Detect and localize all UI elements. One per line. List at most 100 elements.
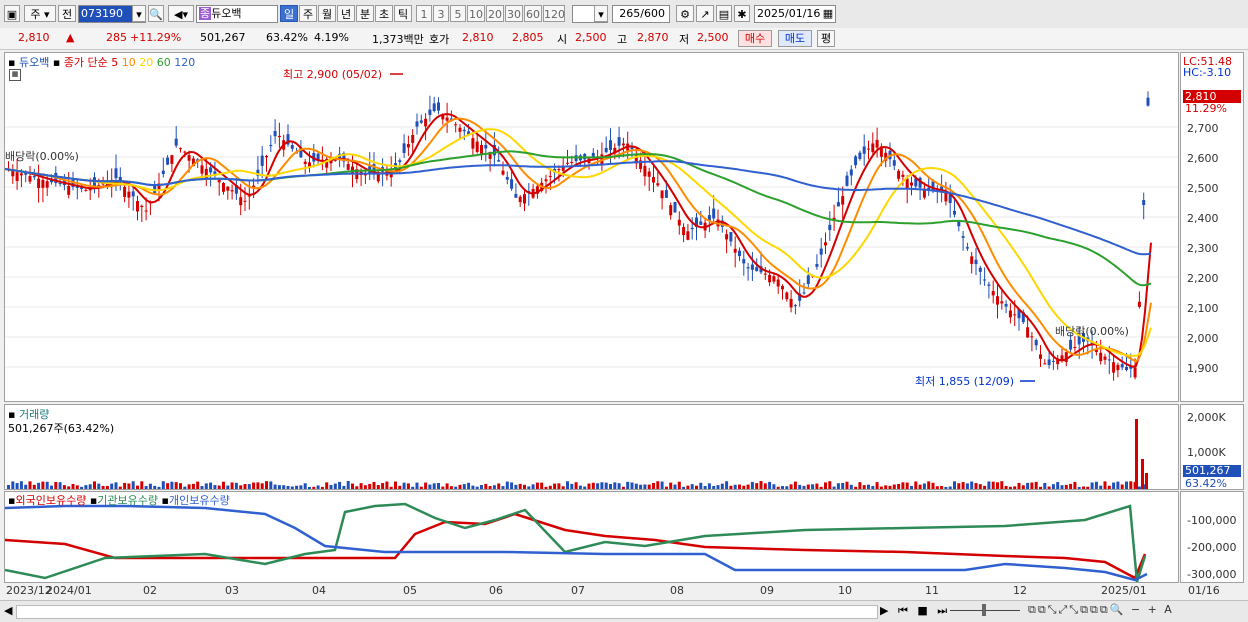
period-tab-2[interactable]: 월 (318, 5, 336, 22)
period-tab-4[interactable]: 분 (356, 5, 374, 22)
count-field[interactable]: 265/600 (612, 5, 670, 23)
volume-bar (467, 482, 471, 489)
candle-body (1137, 301, 1141, 307)
period-tab-3[interactable]: 년 (337, 5, 355, 22)
period-tab-1[interactable]: 주 (299, 5, 317, 22)
volume-bar (312, 486, 316, 489)
volume-bar (157, 486, 161, 489)
ma-line-5 (5, 113, 1152, 368)
volume-panel[interactable]: ▪ 거래량 501,267주(63.42%) (4, 404, 1179, 490)
candle-body (290, 145, 294, 149)
volume-bar (965, 483, 969, 489)
holdings-panel[interactable]: ▪외국인보유수량 ▪기관보유수량 ▪개인보유수량 (4, 491, 1179, 583)
legend-ma-periods: 5 10 20 60 120 (111, 56, 195, 69)
interval-button-20[interactable]: 20 (486, 5, 504, 22)
volume-bar (948, 486, 952, 489)
draw-tool-icon[interactable]: ↗ (696, 5, 714, 22)
eval-button[interactable]: 평 (817, 30, 835, 47)
scroll-left-icon[interactable]: ◀ (4, 604, 12, 617)
window-icon[interactable]: ▣ (4, 5, 20, 22)
interval-button-5[interactable]: 5 (450, 5, 466, 22)
volume-bar (578, 485, 582, 489)
candle-body (514, 193, 518, 198)
period-tab-0[interactable]: 일 (280, 5, 298, 22)
x-label-9: 09 (760, 584, 774, 597)
volume-bar (355, 486, 359, 489)
sell-button[interactable]: 매도 (778, 30, 812, 47)
grid-icon[interactable]: ▦ (9, 69, 21, 81)
candle-body (604, 147, 608, 153)
volume-bar (621, 486, 625, 489)
ma-line-10 (5, 117, 1152, 363)
buy-button[interactable]: 매수 (738, 30, 772, 47)
candle-body (652, 177, 655, 183)
hc-value: HC:-3.10 (1183, 66, 1232, 79)
code-dropdown-icon[interactable]: ▾ (132, 5, 146, 22)
search-icon[interactable]: 🔍 (148, 5, 164, 22)
candle-body (1043, 363, 1047, 365)
volume-bar (376, 485, 380, 489)
price-chart-panel[interactable]: ▪ 듀오백 ▪ 종가 단순 5 10 20 60 120 ▦ 최고 2,900 … (4, 52, 1179, 402)
tool-icons[interactable]: ⧉⧉⤡⤢⤡⧉⧉⧉🔍 − + A (1028, 603, 1174, 617)
calendar-icon[interactable]: ▦ (820, 5, 836, 22)
candle-body (127, 191, 131, 198)
volume-bar (1082, 486, 1085, 489)
mode-select-1[interactable]: 주 ▾ (24, 5, 56, 22)
volume-bar (1107, 485, 1111, 489)
candle-body (763, 273, 767, 275)
candle-body (828, 224, 832, 231)
volume-bar (351, 483, 354, 489)
candle-body (901, 174, 905, 177)
volume-bar (256, 482, 260, 489)
dividend-marker-left: 배당락(0.00%) (5, 150, 79, 163)
volume-value-label: 501,267주(63.42%) (8, 422, 115, 435)
current-price: 2,810 (18, 31, 50, 44)
price-tick-1: 2,600 (1187, 152, 1219, 165)
volume-bar (389, 486, 393, 489)
volume-bar (290, 486, 294, 489)
candle-body (67, 185, 71, 195)
interval-button-30[interactable]: 30 (505, 5, 523, 22)
high-label: 고 (617, 33, 628, 46)
nav-buttons[interactable]: ▶ ⏮ ■ ⏭ (880, 604, 950, 618)
chart-tool-icon[interactable]: ⚙ (676, 5, 694, 22)
settings-icon[interactable]: ✱ (734, 5, 750, 22)
volume-bar (931, 482, 935, 489)
period-tab-6[interactable]: 틱 (394, 5, 412, 22)
interval-button-3[interactable]: 3 (433, 5, 449, 22)
interval-button-10[interactable]: 10 (467, 5, 485, 22)
volume-value: 501,267 (200, 31, 246, 44)
candle-body (445, 117, 449, 121)
speaker-icon[interactable]: ◀▾ (168, 5, 194, 22)
candle-body (523, 194, 526, 204)
candle-body (673, 201, 677, 213)
volume-bar (991, 481, 995, 489)
volume-bar (854, 486, 858, 489)
volume-bar (505, 481, 509, 489)
candle-body (217, 179, 221, 183)
interval-button-60[interactable]: 60 (524, 5, 542, 22)
interval-button-1[interactable]: 1 (416, 5, 432, 22)
volume-bar (492, 485, 496, 489)
volume-bar (234, 482, 238, 489)
volume-bar (643, 484, 647, 489)
interval-dropdown-icon[interactable]: ▾ (594, 5, 608, 22)
volume-bar (449, 486, 453, 489)
interval-button-120[interactable]: 120 (543, 5, 565, 22)
save-icon[interactable]: ▤ (716, 5, 732, 22)
volume-bar (484, 483, 488, 489)
candle-body (1026, 327, 1030, 338)
volume-bar (561, 486, 565, 489)
zoom-slider-handle[interactable] (982, 604, 986, 616)
mode-select-2[interactable]: 전 (58, 5, 76, 22)
holdings-legend: ▪외국인보유수량 ▪기관보유수량 ▪개인보유수량 (8, 492, 230, 508)
period-tab-5[interactable]: 초 (375, 5, 393, 22)
candle-body (996, 296, 999, 305)
horizontal-scrollbar[interactable] (16, 605, 878, 619)
volume-bar (394, 481, 397, 489)
volume-bar (282, 485, 286, 489)
candle-body (544, 179, 548, 182)
volume-bar (445, 483, 449, 489)
stock-name-field[interactable]: 종듀오백 (196, 5, 278, 23)
candle-body (114, 168, 118, 179)
